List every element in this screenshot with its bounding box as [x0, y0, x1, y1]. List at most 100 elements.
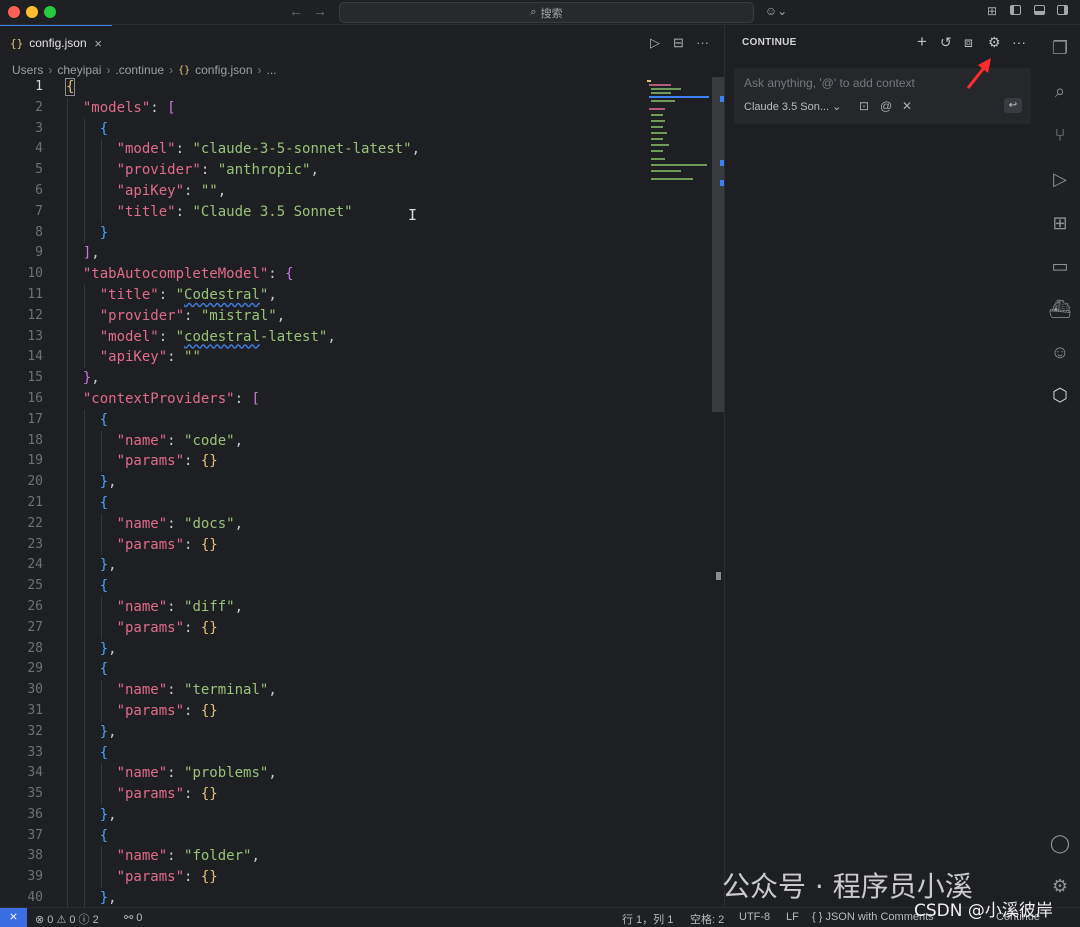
- line-number: 24: [27, 557, 43, 573]
- editor-tab-bar: {} config.json × ▷ ⊟ ···: [0, 25, 724, 60]
- line-number: 9: [35, 245, 43, 261]
- line-number: 10: [27, 266, 43, 282]
- editor-scrollbar[interactable]: [712, 77, 724, 412]
- minimize-window-button[interactable]: [26, 6, 38, 18]
- title-bar: ← → ⌕ 搜索 ☺⌄ ⊞: [0, 0, 1080, 25]
- code-text: "name": "folder",: [116, 848, 260, 865]
- code-line: 10 "tabAutocompleteModel": {: [0, 264, 640, 285]
- account-icon[interactable]: ◯: [1049, 832, 1071, 854]
- cursor-position[interactable]: 行 1，列 1: [622, 911, 673, 927]
- continue-panel-title: CONTINUE: [742, 37, 797, 48]
- run-debug-icon[interactable]: ▷: [1049, 168, 1071, 190]
- code-text: },: [99, 890, 117, 907]
- remote-indicator-icon[interactable]: ⨯: [0, 908, 27, 927]
- code-text: "provider": "anthropic",: [116, 162, 319, 179]
- continue-icon[interactable]: ⬡: [1049, 384, 1071, 406]
- code-text: {: [99, 120, 109, 137]
- forward-arrow-icon[interactable]: →: [313, 3, 327, 19]
- code-line: 7 "title": "Claude 3.5 Sonnet": [0, 201, 640, 223]
- copilot-icon[interactable]: ☺⌄: [764, 4, 788, 18]
- problems-status[interactable]: ⊗ 0 ⚠ 0 ⓘ 2: [35, 911, 99, 927]
- tab-config-json[interactable]: {} config.json ×: [0, 25, 112, 60]
- code-line: 21 {: [0, 492, 640, 514]
- run-icon[interactable]: ▷: [650, 35, 660, 51]
- line-number: 33: [27, 744, 43, 760]
- code-text: {: [99, 578, 109, 595]
- maximize-window-button[interactable]: [44, 6, 56, 18]
- encoding-status[interactable]: UTF-8: [739, 911, 770, 923]
- code-line: 14 "apiKey": "": [0, 347, 640, 369]
- chevron-right-icon: ›: [169, 63, 174, 77]
- enter-icon[interactable]: ↩: [1004, 98, 1022, 113]
- close-icon[interactable]: ×: [94, 36, 102, 51]
- line-number: 19: [27, 453, 43, 469]
- panel-divider[interactable]: [724, 25, 725, 907]
- customize-layout-icon[interactable]: ⊞: [985, 4, 999, 18]
- close-window-button[interactable]: [8, 6, 20, 18]
- line-number: 8: [35, 224, 43, 240]
- code-line: 33 {: [0, 742, 640, 764]
- back-arrow-icon[interactable]: ←: [289, 3, 303, 19]
- fullscreen-icon[interactable]: ⧈: [964, 34, 973, 51]
- code-text: "name": "problems",: [116, 765, 277, 782]
- manage-gear-icon[interactable]: ⚙: [1049, 875, 1071, 897]
- breadcrumb-item[interactable]: config.json: [195, 63, 252, 77]
- history-icon[interactable]: ↺: [940, 34, 952, 51]
- json-file-icon: {}: [178, 64, 191, 76]
- scrollbar-thumb[interactable]: [716, 572, 721, 580]
- activity-bar: [1040, 25, 1080, 907]
- extensions-icon[interactable]: ⊞: [1049, 212, 1071, 234]
- line-number: 6: [35, 182, 43, 198]
- eol-status[interactable]: LF: [786, 911, 799, 923]
- code-line: 3 {: [0, 118, 640, 140]
- chat-input-placeholder[interactable]: Ask anything, '@' to add context: [744, 76, 915, 90]
- code-line: 8 }: [0, 222, 640, 244]
- more-actions-icon[interactable]: ···: [1012, 34, 1026, 50]
- code-text: "tabAutocompleteModel": {: [82, 266, 294, 283]
- annotation-arrow-icon: [966, 58, 991, 89]
- code-text: "params": {}: [116, 702, 218, 719]
- breadcrumb-item[interactable]: Users: [12, 63, 43, 77]
- image-icon[interactable]: ⊡: [859, 99, 869, 113]
- breadcrumb-item[interactable]: .continue: [115, 63, 164, 77]
- line-number: 18: [27, 432, 43, 448]
- code-line: 15 },: [0, 368, 640, 389]
- gear-icon[interactable]: ⚙: [988, 34, 1001, 51]
- at-mention-icon[interactable]: @: [880, 99, 892, 113]
- code-text: "params": {}: [116, 869, 218, 886]
- code-line: 26 "name": "diff",: [0, 596, 640, 618]
- copilot-icon[interactable]: ☺: [1049, 341, 1071, 363]
- toggle-panel-icon[interactable]: [1032, 4, 1046, 18]
- toggle-primary-sidebar-icon[interactable]: [1008, 4, 1022, 18]
- breadcrumb-item[interactable]: cheyipai: [57, 63, 101, 77]
- line-number: 16: [27, 390, 43, 406]
- search-icon[interactable]: ⌕: [1049, 80, 1071, 102]
- line-number: 1: [35, 79, 43, 94]
- explorer-icon[interactable]: ❐: [1049, 37, 1071, 59]
- command-center-search[interactable]: ⌕ 搜索: [339, 2, 754, 23]
- source-control-icon[interactable]: ⑂: [1049, 124, 1071, 146]
- code-editor[interactable]: 1{ 2 "models": [ 3 { 4 "model": "claude-…: [0, 77, 640, 907]
- model-selector[interactable]: Claude 3.5 Son... ⌄: [744, 100, 841, 113]
- more-actions-icon[interactable]: ···: [696, 35, 709, 50]
- docker-icon[interactable]: ⛴: [1049, 298, 1072, 320]
- line-number: 37: [27, 827, 43, 843]
- code-text: },: [82, 370, 100, 387]
- ports-status[interactable]: ⚯ 0: [124, 911, 142, 924]
- code-line: 24 },: [0, 555, 640, 577]
- minimap[interactable]: [645, 78, 715, 188]
- line-number: 21: [27, 494, 43, 510]
- remote-explorer-icon[interactable]: ▭: [1049, 255, 1071, 277]
- code-text: "model": "claude-3-5-sonnet-latest",: [116, 141, 421, 158]
- text-cursor-icon: I: [408, 206, 418, 224]
- code-text: {: [64, 78, 76, 96]
- new-session-icon[interactable]: +: [917, 32, 927, 52]
- split-editor-icon[interactable]: ⊟: [673, 35, 684, 51]
- code-text: "params": {}: [116, 786, 218, 803]
- code-text: "title": "Codestral",: [99, 286, 277, 303]
- breadcrumb-item[interactable]: ...: [267, 63, 277, 77]
- tools-icon[interactable]: ✕: [902, 99, 912, 113]
- chevron-right-icon: ›: [257, 63, 262, 77]
- toggle-secondary-sidebar-icon[interactable]: [1055, 4, 1069, 18]
- indentation-status[interactable]: 空格: 2: [690, 911, 724, 927]
